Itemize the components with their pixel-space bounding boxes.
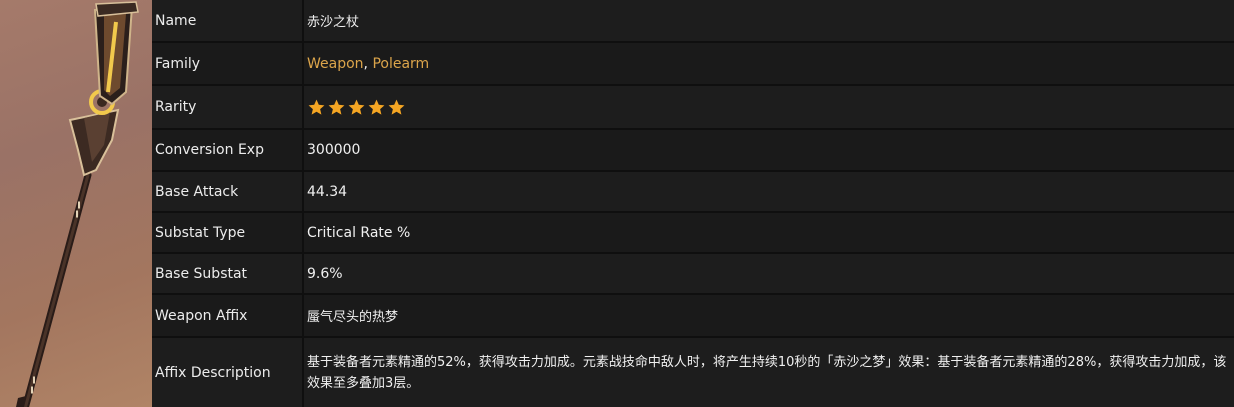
star-icon (368, 99, 385, 115)
family-value: Weapon, Polearm (304, 43, 1234, 84)
substat-type-label: Substat Type (152, 213, 302, 252)
name-value: 赤沙之杖 (304, 0, 1234, 41)
weapon-affix-row: Weapon Affix 蜃气尽头的热梦 (152, 295, 1234, 336)
weapon-detail-page: Name 赤沙之杖 Family Weapon, Polearm Rarity … (0, 0, 1234, 407)
star-icon (328, 99, 345, 115)
rarity-value (304, 86, 1234, 128)
name-label: Name (152, 0, 302, 41)
star-icon (308, 99, 325, 115)
base-attack-label: Base Attack (152, 172, 302, 211)
weapon-info-table: Name 赤沙之杖 Family Weapon, Polearm Rarity … (152, 0, 1234, 407)
substat-type-row: Substat Type Critical Rate % (152, 213, 1234, 252)
conversion-exp-row: Conversion Exp 300000 (152, 130, 1234, 170)
weapon-affix-label: Weapon Affix (152, 295, 302, 336)
base-attack-value: 44.34 (304, 172, 1234, 211)
rarity-stars (307, 98, 406, 117)
family-link-polearm[interactable]: Polearm (372, 56, 429, 72)
star-icon (388, 99, 405, 115)
weapon-affix-value: 蜃气尽头的热梦 (304, 295, 1234, 336)
family-link-weapon[interactable]: Weapon (307, 56, 364, 72)
affix-description-label: Affix Description (152, 338, 302, 407)
polearm-icon (16, 1, 139, 407)
rarity-label: Rarity (152, 86, 302, 128)
family-separator: , (363, 55, 368, 72)
weapon-image (0, 0, 152, 407)
name-row: Name 赤沙之杖 (152, 0, 1234, 41)
rarity-row: Rarity (152, 86, 1234, 128)
affix-description-row: Affix Description 基于装备者元素精通的52%，获得攻击力加成。… (152, 338, 1234, 407)
substat-type-value: Critical Rate % (304, 213, 1234, 252)
conversion-exp-label: Conversion Exp (152, 130, 302, 170)
family-row: Family Weapon, Polearm (152, 43, 1234, 84)
conversion-exp-value: 300000 (304, 130, 1234, 170)
base-substat-label: Base Substat (152, 254, 302, 293)
star-icon (348, 99, 365, 115)
base-substat-row: Base Substat 9.6% (152, 254, 1234, 293)
base-substat-value: 9.6% (304, 254, 1234, 293)
base-attack-row: Base Attack 44.34 (152, 172, 1234, 211)
affix-description-value: 基于装备者元素精通的52%，获得攻击力加成。元素战技命中敌人时，将产生持续10秒… (304, 338, 1234, 407)
family-label: Family (152, 43, 302, 84)
